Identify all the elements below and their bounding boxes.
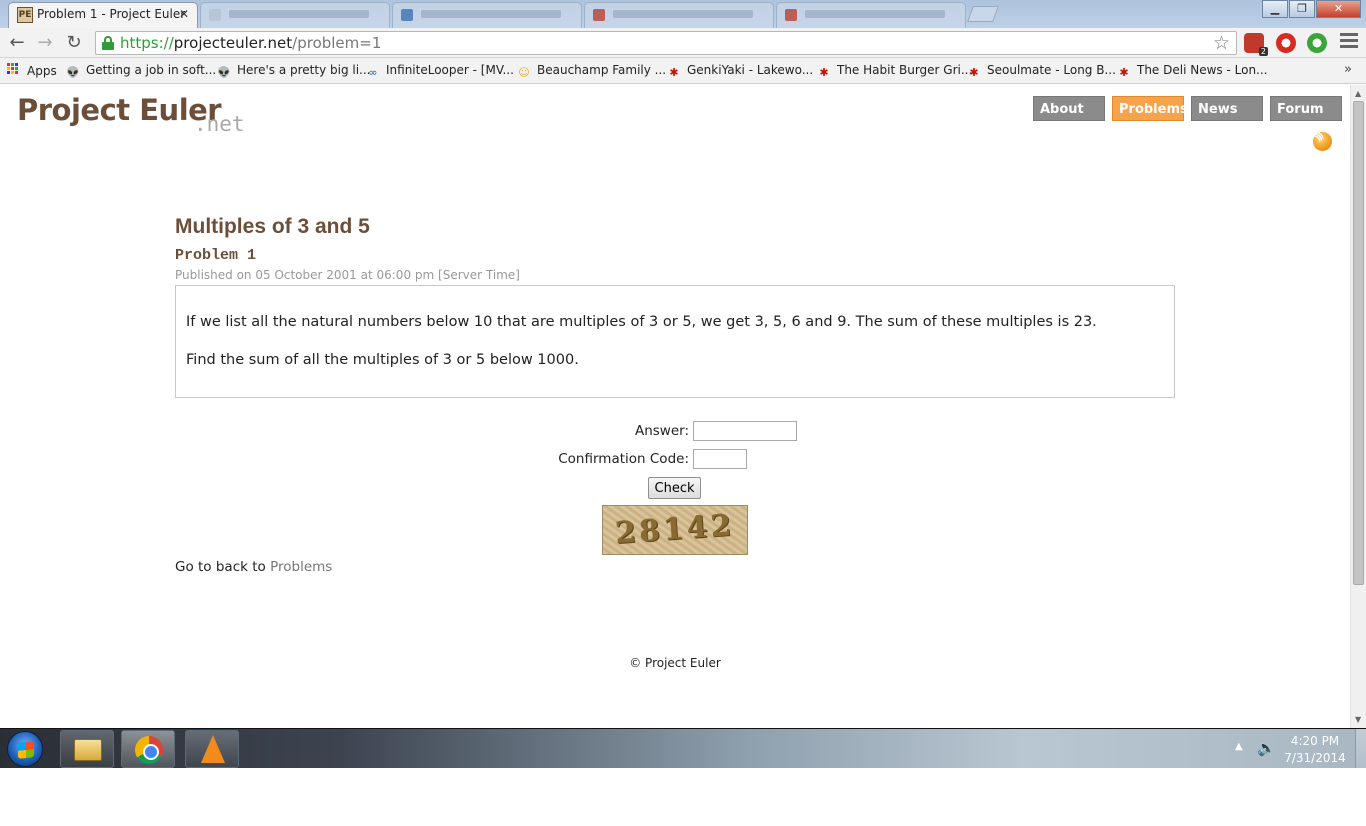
- tab-inactive[interactable]: [200, 2, 390, 28]
- captcha-text: 28142: [613, 507, 736, 552]
- vlc-icon: [201, 735, 225, 763]
- yelp-icon: ✱: [969, 66, 979, 79]
- reload-icon[interactable]: ↻: [63, 32, 85, 53]
- bookmark-item[interactable]: ✱ The Deli News - Lon...: [1117, 63, 1267, 80]
- infinity-icon: ∞: [368, 66, 378, 79]
- scroll-thumb[interactable]: [1353, 101, 1364, 585]
- nav-problems[interactable]: Problems: [1112, 96, 1188, 121]
- problem-content: If we list all the natural numbers below…: [175, 285, 1175, 398]
- problems-link[interactable]: Problems: [270, 559, 332, 575]
- tab-title-blurred: [229, 10, 369, 18]
- bookmark-item[interactable]: ✱ Seoulmate - Long B...: [967, 63, 1116, 80]
- bookmark-item[interactable]: ∞ InfiniteLooper - [MV...: [366, 63, 514, 80]
- reddit-icon: 👽: [217, 66, 231, 79]
- page-icon: [785, 9, 797, 21]
- scroll-down-icon[interactable]: ▼: [1355, 715, 1361, 724]
- tab-title-blurred: [613, 10, 753, 18]
- page-icon: [401, 9, 413, 21]
- problem-number: Problem 1: [175, 247, 257, 264]
- smiley-icon: ☺: [518, 66, 530, 79]
- clock-time[interactable]: 4:20 PM: [1280, 734, 1350, 748]
- extension-icon[interactable]: 2: [1244, 33, 1268, 56]
- bookmark-item[interactable]: ✱ The Habit Burger Gri...: [817, 63, 972, 80]
- tab-inactive[interactable]: [584, 2, 774, 28]
- problem-paragraph: Find the sum of all the multiples of 3 o…: [186, 352, 579, 368]
- back-prefix: Go to back to: [175, 559, 266, 575]
- confirmation-code-label: Confirmation Code:: [558, 451, 689, 467]
- bookmark-item[interactable]: ☺ Beauchamp Family ...: [517, 63, 666, 80]
- problem-paragraph: If we list all the natural numbers below…: [186, 314, 1097, 330]
- footer-copyright: © Project Euler: [629, 656, 721, 670]
- new-tab-button[interactable]: [967, 6, 999, 22]
- tab-active[interactable]: PE Problem 1 - Project Euler ✕: [8, 2, 198, 28]
- nav-forum[interactable]: Forum: [1270, 96, 1342, 121]
- taskbar-explorer[interactable]: [60, 730, 114, 768]
- forward-arrow-icon[interactable]: →: [34, 32, 56, 53]
- address-bar[interactable]: https://projecteuler.net/problem=1 ☆: [95, 31, 1237, 55]
- yelp-icon: ✱: [669, 66, 679, 79]
- start-button[interactable]: [7, 731, 43, 767]
- url-text[interactable]: https://projecteuler.net/problem=1: [120, 34, 381, 52]
- lock-icon[interactable]: [102, 36, 114, 50]
- scroll-up-icon[interactable]: ▲: [1355, 89, 1361, 98]
- show-desktop-button[interactable]: [1355, 729, 1366, 769]
- tab-inactive[interactable]: [776, 2, 966, 28]
- tab-title: Problem 1 - Project Euler: [37, 7, 186, 21]
- answer-input[interactable]: [693, 421, 797, 441]
- rss-icon[interactable]: [1313, 132, 1332, 151]
- tab-title-blurred: [805, 10, 945, 18]
- refresh-extension-icon[interactable]: [1307, 33, 1327, 53]
- bookmark-item[interactable]: ✱ GenkiYaki - Lakewo...: [667, 63, 813, 80]
- page-icon: [593, 9, 605, 21]
- page-icon: [209, 9, 221, 21]
- blank-area: [0, 768, 1366, 826]
- menu-icon[interactable]: [1340, 33, 1358, 49]
- tab-title-blurred: [421, 10, 561, 18]
- clock-date[interactable]: 7/31/2014: [1280, 751, 1350, 765]
- bookmarks-bar: Apps 👽 Getting a job in soft... 👽 Here's a…: [0, 58, 1366, 84]
- vertical-scrollbar[interactable]: ▲ ▼: [1350, 85, 1366, 728]
- yelp-icon: ✱: [819, 66, 829, 79]
- bookmark-star-icon[interactable]: ☆: [1213, 32, 1230, 54]
- confirmation-code-input[interactable]: [693, 449, 747, 469]
- bookmark-item[interactable]: 👽 Here's a pretty big li...: [217, 63, 370, 80]
- show-hidden-icons-arrow[interactable]: ▲: [1235, 741, 1243, 752]
- tab-inactive[interactable]: [392, 2, 582, 28]
- yelp-icon: ✱: [1119, 66, 1129, 79]
- reddit-icon: 👽: [66, 66, 80, 79]
- tab-close-icon[interactable]: ✕: [179, 7, 189, 21]
- bookmarks-overflow-icon[interactable]: »: [1344, 62, 1352, 77]
- back-arrow-icon[interactable]: ←: [6, 32, 28, 53]
- windows-taskbar: ▲ 🔊 4:20 PM 7/31/2014: [0, 728, 1366, 769]
- page-viewport: Project Euler .net About Problems News F…: [0, 85, 1350, 728]
- folder-icon: [74, 739, 102, 761]
- minimize-button[interactable]: ▁: [1262, 0, 1288, 18]
- bookmark-item[interactable]: 👽 Getting a job in soft...: [66, 63, 216, 80]
- back-line: Go to back to Problems: [175, 559, 332, 575]
- maximize-button[interactable]: ❐: [1289, 0, 1315, 18]
- browser-tab-strip: PE Problem 1 - Project Euler ✕ ▁ ❐ ✕: [0, 0, 1366, 28]
- taskbar-vlc[interactable]: [185, 730, 239, 768]
- chrome-icon: [135, 736, 163, 764]
- apps-grid-icon: [7, 63, 21, 77]
- project-euler-favicon-icon: PE: [17, 7, 33, 23]
- problem-title: Multiples of 3 and 5: [175, 215, 370, 238]
- answer-label: Answer:: [634, 423, 689, 439]
- taskbar-chrome[interactable]: [121, 730, 175, 768]
- nav-about[interactable]: About: [1033, 96, 1105, 121]
- nav-news[interactable]: News: [1191, 96, 1263, 121]
- bookmark-apps[interactable]: Apps: [7, 63, 57, 78]
- check-button[interactable]: Check: [648, 477, 701, 499]
- site-logo-suffix: .net: [194, 112, 245, 136]
- extension-badge: 2: [1258, 47, 1268, 56]
- power-icon[interactable]: [1276, 33, 1296, 53]
- speaker-icon[interactable]: 🔊: [1257, 739, 1276, 757]
- close-window-button[interactable]: ✕: [1316, 0, 1361, 18]
- captcha-image: 28142: [602, 505, 748, 555]
- site-logo[interactable]: Project Euler: [17, 93, 222, 127]
- browser-toolbar: ← → ↻ https://projecteuler.net/problem=1…: [0, 28, 1366, 58]
- published-date: Published on 05 October 2001 at 06:00 pm…: [175, 268, 520, 282]
